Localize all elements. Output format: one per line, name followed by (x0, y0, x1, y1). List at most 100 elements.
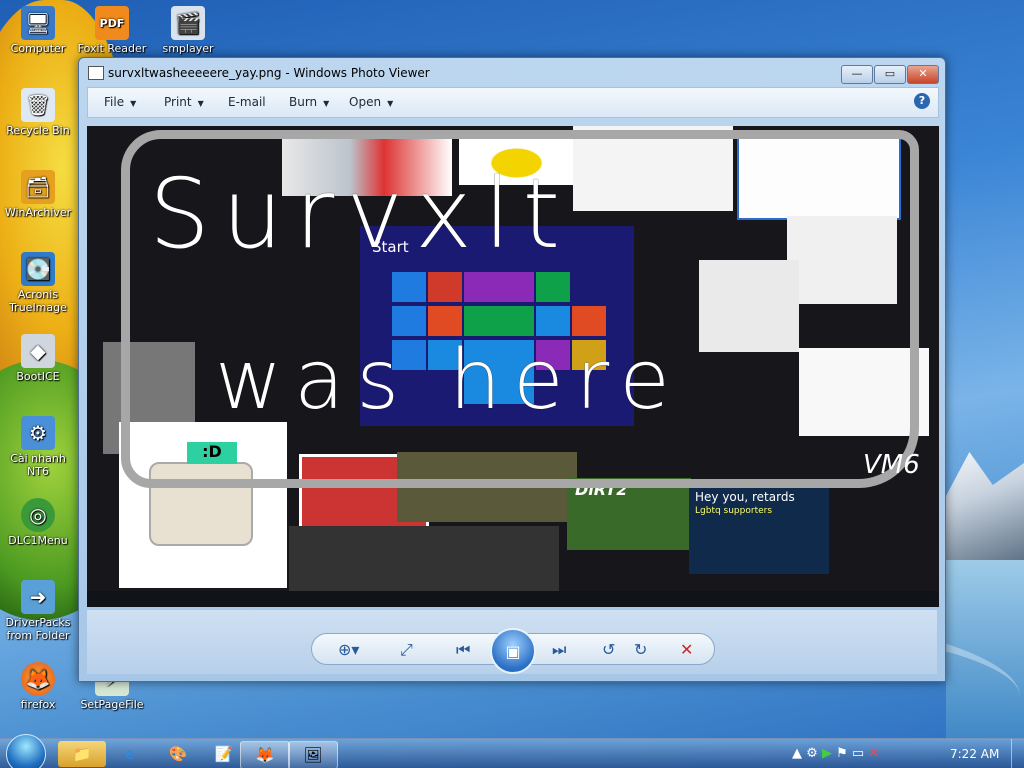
menu-bar: File ▼ Print ▼ E-mail Burn ▼ Open ▼ ? (87, 87, 939, 118)
tray-icon[interactable]: ▲ (792, 746, 802, 761)
title-bar[interactable]: survxltwasheeeeere_yay.png - Windows Pho… (79, 58, 945, 86)
desktop-icon-acronis[interactable]: 💽 Acronis TrueImage (0, 252, 76, 314)
maximize-button[interactable]: ▭ (874, 65, 906, 84)
next-button[interactable]: ⏭ (552, 640, 566, 660)
rotate-left-button[interactable]: ↺ (602, 640, 615, 659)
menu-label: Open (349, 95, 382, 109)
smplayer-icon: 🎬 (171, 6, 205, 40)
desktop-icon-smplayer[interactable]: 🎬 smplayer (150, 6, 226, 55)
image-collage-strip (289, 526, 559, 592)
desktop-icon-winarchiver[interactable]: 🗃 WinArchiver (0, 170, 76, 219)
image-dirt2: DiRT2 (567, 478, 691, 550)
control-pill: ⊕▾ ⤢ ⏮ ▣ ⏭ ↺ ↻ ✕ (311, 628, 715, 674)
start-button[interactable] (6, 734, 46, 768)
desktop-icon-label: SetPageFile (80, 698, 144, 711)
previous-button[interactable]: ⏮ (456, 640, 470, 660)
desktop-icon-dlc1menu[interactable]: ◎ DLC1Menu (0, 498, 76, 547)
driverpack-icon: ➜ (21, 580, 55, 614)
desktop-icon-label: WinArchiver (4, 206, 72, 219)
taskbar: 📁 e 🎨 📝 🦊 🖼 ▲ ⚙ ▶ ⚑ ▭ ✕ 7:22 AM (0, 734, 1024, 768)
meme-text: Hey you, retards (695, 490, 795, 504)
photo-viewer-window: survxltwasheeeeere_yay.png - Windows Pho… (78, 57, 946, 682)
menu-print[interactable]: Print ▼ (164, 95, 204, 109)
menu-label: Print (164, 95, 192, 109)
close-button[interactable]: ✕ (907, 65, 939, 84)
flag-icon[interactable]: ⚑ (836, 746, 848, 761)
ie-icon: e (125, 745, 135, 763)
folder-icon: 📁 (72, 745, 92, 763)
computer-icon: 🖥 (21, 6, 55, 40)
show-desktop-button[interactable] (1011, 739, 1024, 768)
control-bar: ⊕▾ ⤢ ⏮ ▣ ⏭ ↺ ↻ ✕ (87, 610, 937, 674)
desktop-icon-driverpacks[interactable]: ➜ DriverPacks from Folder (0, 580, 76, 642)
wallpaper-mountain (946, 452, 1024, 562)
bootice-icon: ◆ (21, 334, 55, 368)
desktop-icon-label: Acronis TrueImage (9, 288, 67, 314)
volume-muted-icon[interactable]: ✕ (868, 746, 879, 761)
desktop-icon-foxit[interactable]: PDF Foxit Reader (74, 6, 150, 55)
chevron-down-icon: ▼ (197, 99, 204, 108)
actual-size-button[interactable]: ⤢ (400, 640, 413, 660)
help-icon[interactable]: ? (914, 93, 930, 109)
dlc-icon: ◎ (21, 498, 55, 532)
chevron-down-icon: ▼ (387, 99, 394, 108)
scrawl-line-2: was here (215, 333, 682, 428)
menu-label: File (104, 95, 125, 109)
taskbar-ie[interactable]: e (106, 741, 154, 767)
chevron-down-icon: ▼ (130, 99, 137, 108)
slideshow-button[interactable]: ▣ (490, 628, 536, 674)
pdf-icon: PDF (95, 6, 129, 40)
firefox-icon: 🦊 (21, 662, 55, 696)
desktop-icon-recycle-bin[interactable]: 🗑 Recycle Bin (0, 88, 76, 137)
notepad-icon: 📝 (214, 745, 234, 763)
minimize-button[interactable]: — (841, 65, 873, 84)
media-icon[interactable]: ▶ (822, 746, 832, 761)
delete-button[interactable]: ✕ (680, 640, 693, 659)
taskbar-firefox[interactable]: 🦊 (240, 741, 290, 768)
desktop-icon-label: BootICE (16, 370, 60, 383)
desktop-icon-label: Computer (10, 42, 66, 55)
clock[interactable]: 7:22 AM (950, 747, 999, 761)
desktop-icon-bootice[interactable]: ◆ BootICE (0, 334, 76, 383)
taskbar-photo-viewer[interactable]: 🖼 (288, 741, 338, 768)
image-inner-taskbar (87, 591, 939, 607)
desktop-icon-label: firefox (20, 698, 56, 711)
meme-sub: Lgbtq supporters (695, 506, 773, 516)
desktop-icon-cai-nhanh[interactable]: ⚙ Cài nhanh NT6 (0, 416, 76, 478)
menu-label: E-mail (228, 95, 266, 109)
menu-label: Burn (289, 95, 318, 109)
desktop-icon-firefox[interactable]: 🦊 firefox (0, 662, 76, 711)
scrawl-line-1: Survxlt (149, 158, 573, 270)
network-icon[interactable]: ⚙ (806, 746, 818, 761)
zoom-button[interactable]: ⊕▾ (338, 640, 359, 659)
photo-viewer-icon: 🖼 (303, 746, 323, 764)
desktop-icon-label: DriverPacks from Folder (5, 616, 71, 642)
desktop: 🖥 Computer PDF Foxit Reader 🎬 smplayer 🗑… (0, 0, 1024, 768)
paint-icon: 🎨 (168, 745, 188, 763)
image-view[interactable]: :D Start DiRT2 Hey you, retards Lgbtq su… (87, 126, 939, 607)
firefox-icon: 🦊 (255, 746, 275, 764)
acronis-icon: 💽 (21, 252, 55, 286)
chevron-down-icon: ▼ (323, 99, 330, 108)
menu-file[interactable]: File ▼ (104, 95, 136, 109)
archive-icon: 🗃 (21, 170, 55, 204)
signature: VM6 (863, 450, 920, 480)
photo-viewer-icon (88, 66, 104, 80)
desktop-icon-label: Foxit Reader (77, 42, 147, 55)
menu-email[interactable]: E-mail (228, 95, 266, 109)
desktop-icon-label: Recycle Bin (6, 124, 70, 137)
menu-open[interactable]: Open ▼ (349, 95, 393, 109)
desktop-icon-label: DLC1Menu (8, 534, 68, 547)
system-tray[interactable]: ▲ ⚙ ▶ ⚑ ▭ ✕ (792, 746, 879, 761)
slideshow-icon: ▣ (505, 641, 521, 661)
display-icon[interactable]: ▭ (852, 746, 864, 761)
menu-burn[interactable]: Burn ▼ (289, 95, 329, 109)
install-icon: ⚙ (21, 416, 55, 450)
desktop-icon-computer[interactable]: 🖥 Computer (0, 6, 76, 55)
window-title: survxltwasheeeeere_yay.png - Windows Pho… (108, 66, 430, 80)
desktop-icon-label: Cài nhanh NT6 (10, 452, 66, 478)
image-meme: Hey you, retards Lgbtq supporters (689, 486, 829, 574)
taskbar-explorer[interactable]: 📁 (58, 741, 106, 767)
rotate-right-button[interactable]: ↻ (634, 640, 647, 659)
taskbar-paint[interactable]: 🎨 (154, 741, 202, 767)
